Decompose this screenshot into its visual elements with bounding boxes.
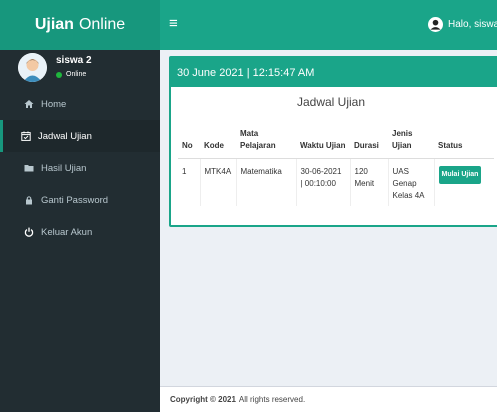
exam-type: UAS bbox=[392, 167, 409, 176]
sidebar-user-name: siswa 2 bbox=[56, 55, 92, 66]
user-panel: siswa 2 Online bbox=[0, 50, 160, 88]
cell-durasi: 120 Menit bbox=[350, 158, 389, 206]
col-header-durasi: Durasi bbox=[350, 128, 388, 159]
box-title: Jadwal Ujian bbox=[296, 95, 366, 109]
user-menu[interactable]: Halo, siswa 2 bbox=[428, 17, 497, 32]
table-row: 1 MTK4A Matematika 30-06-2021 | 00:10:00… bbox=[178, 158, 494, 207]
sidebar-menu: Home Jadwal Ujian Hasil Ujian Ganti Pass… bbox=[0, 88, 160, 248]
online-dot-icon bbox=[56, 71, 62, 78]
col-header-status: Status bbox=[434, 128, 494, 159]
col-header-kode: Kode bbox=[200, 128, 236, 159]
table-header-row: No Kode Mata Pelajaran Waktu Ujian Duras… bbox=[178, 128, 494, 159]
sidebar-item-hasil-ujian[interactable]: Hasil Ujian bbox=[0, 152, 160, 184]
exam-schedule-table: No Kode Mata Pelajaran Waktu Ujian Duras… bbox=[178, 128, 494, 206]
col-header-mata-pelajaran: Mata Pelajaran bbox=[236, 128, 296, 159]
footer-copyright: Copyright © 2021 bbox=[170, 395, 236, 404]
user-greeting: Halo, siswa 2 bbox=[448, 19, 497, 30]
calendar-check-icon bbox=[21, 131, 31, 141]
power-icon bbox=[24, 227, 34, 237]
sidebar: siswa 2 Online Home Jadwal Ujian Hasil U… bbox=[0, 50, 160, 412]
sidebar-item-jadwal-ujian[interactable]: Jadwal Ujian bbox=[0, 120, 160, 152]
logo-bold-text: Ujian bbox=[34, 16, 74, 33]
sidebar-item-ganti-password[interactable]: Ganti Password bbox=[0, 184, 160, 216]
user-icon bbox=[428, 17, 443, 32]
col-header-waktu-ujian: Waktu Ujian bbox=[296, 128, 350, 159]
cell-no: 1 bbox=[178, 158, 201, 206]
user-status: Online bbox=[56, 71, 86, 78]
footer-rights: All rights reserved. bbox=[238, 395, 306, 404]
col-header-no: No bbox=[178, 128, 200, 159]
user-status-label: Online bbox=[66, 71, 87, 78]
sidebar-item-keluar-akun[interactable]: Keluar Akun bbox=[0, 216, 160, 248]
sidebar-item-label: Hasil Ujian bbox=[41, 162, 87, 174]
sidebar-item-label: Keluar Akun bbox=[41, 226, 93, 238]
datetime-header: 30 June 2021 | 12:15:47 AM bbox=[171, 58, 497, 87]
sidebar-item-label: Ganti Password bbox=[41, 194, 109, 206]
exam-time: | 00:10:00 bbox=[300, 179, 336, 188]
top-navbar: Ujian Online ≡ Halo, siswa 2 bbox=[0, 0, 497, 50]
sidebar-toggle-icon[interactable]: ≡ bbox=[169, 16, 178, 32]
sidebar-item-label: Jadwal Ujian bbox=[38, 130, 92, 142]
footer: Copyright © 2021 All rights reserved. bbox=[160, 386, 497, 412]
exam-class: Kelas 4A bbox=[392, 191, 425, 200]
avatar-icon bbox=[18, 53, 47, 82]
avatar bbox=[18, 53, 47, 82]
sidebar-item-label: Home bbox=[41, 98, 67, 110]
exam-date: 30-06-2021 bbox=[300, 167, 342, 176]
col-header-jenis-ujian: Jenis Ujian bbox=[388, 128, 434, 159]
folder-icon bbox=[24, 163, 34, 173]
duration-unit: Menit bbox=[354, 179, 375, 188]
cell-mata-pelajaran: Matematika bbox=[236, 158, 297, 206]
cell-waktu-ujian: 30-06-2021 | 00:10:00 bbox=[296, 158, 351, 206]
sidebar-item-home[interactable]: Home bbox=[0, 88, 160, 120]
app-logo[interactable]: Ujian Online bbox=[0, 0, 160, 50]
main-content: 30 June 2021 | 12:15:47 AM Jadwal Ujian … bbox=[160, 50, 497, 386]
exam-semester: Genap bbox=[392, 179, 417, 188]
start-exam-button[interactable]: Mulai Ujian bbox=[438, 166, 482, 184]
cell-kode: MTK4A bbox=[200, 158, 237, 206]
home-icon bbox=[24, 99, 34, 109]
cell-jenis-ujian: UAS Genap Kelas 4A bbox=[388, 158, 435, 206]
logo-text: Online bbox=[78, 16, 126, 33]
exam-schedule-box: 30 June 2021 | 12:15:47 AM Jadwal Ujian … bbox=[169, 56, 497, 227]
duration-value: 120 bbox=[354, 167, 368, 176]
lock-icon bbox=[24, 195, 34, 205]
cell-status: Mulai Ujian bbox=[434, 159, 494, 207]
